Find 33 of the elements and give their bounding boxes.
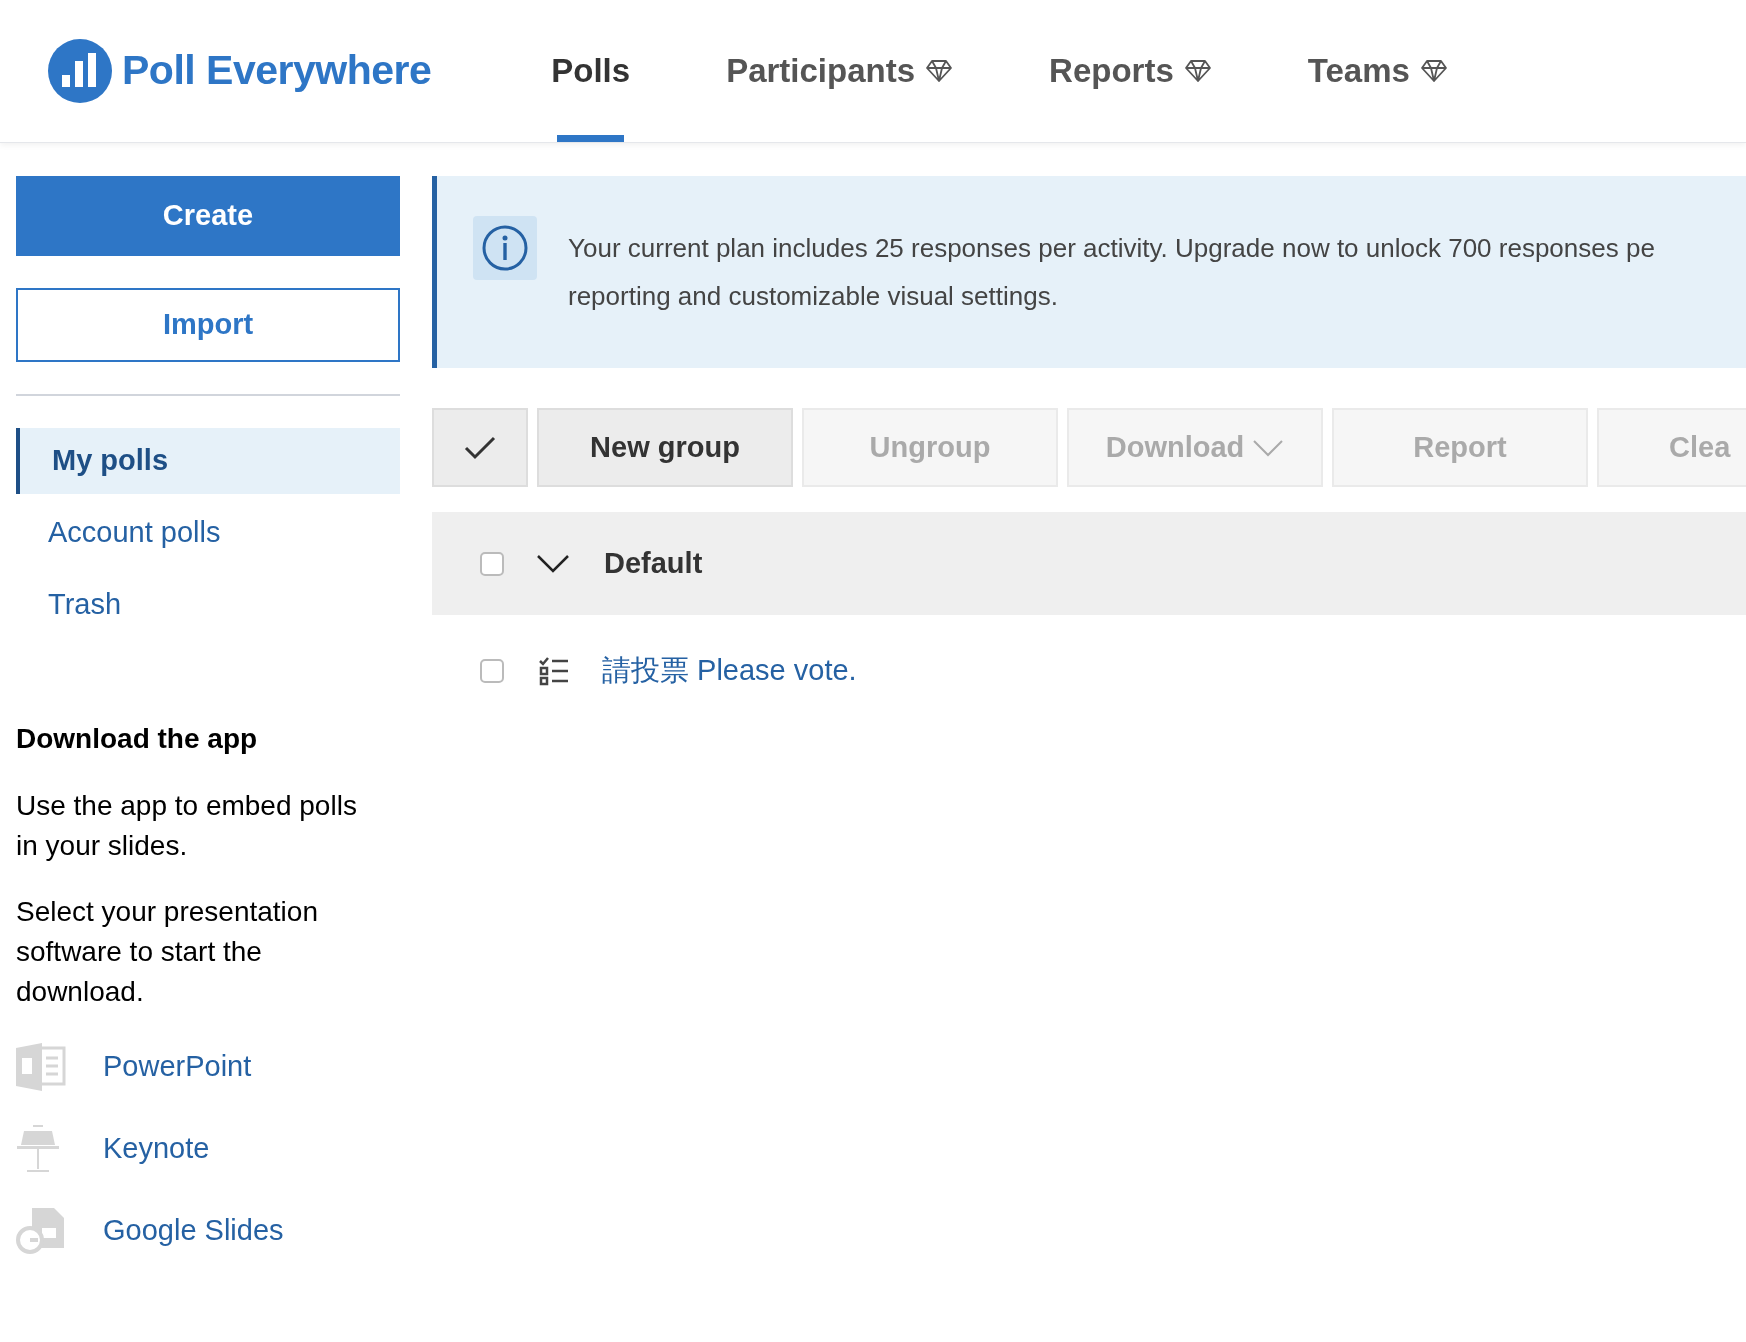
podium-icon — [16, 1124, 60, 1174]
group-name[interactable]: Default — [604, 541, 703, 586]
poll-link[interactable]: 請投票 Please vote. — [602, 649, 857, 693]
chevron-icon[interactable] — [536, 553, 570, 574]
banner-text: Your current plan includes 25 responses per activity. Upgrade now to unlock 700 responses pe — [568, 232, 1655, 265]
import-button[interactable]: Import — [16, 288, 400, 362]
sidebar-item[interactable]: My polls — [16, 428, 400, 494]
checkbox[interactable] — [480, 659, 504, 683]
checklist-icon — [538, 655, 570, 687]
presentation-file-icon — [16, 1042, 66, 1092]
logo-icon — [48, 39, 112, 103]
nav-tab[interactable]: Participants — [726, 46, 916, 96]
sidebar-item[interactable]: Account polls — [16, 500, 400, 566]
description-text: Use the app to embed polls in your slides. — [16, 789, 358, 863]
checkbox[interactable] — [480, 551, 504, 576]
section-heading: Download the app — [16, 722, 259, 756]
download-link[interactable]: Keynote — [103, 1127, 210, 1171]
download-link[interactable]: PowerPoint — [103, 1045, 252, 1089]
nav-tab[interactable]: Teams — [1307, 46, 1410, 96]
nav-tab[interactable]: Polls — [551, 46, 631, 96]
sidebar-item[interactable]: Trash — [16, 572, 400, 638]
toolbar-button[interactable]: New group — [537, 408, 793, 487]
banner-text: reporting and customizable visual settings. — [568, 280, 1059, 313]
nav-tab[interactable]: Reports — [1049, 46, 1174, 96]
download-link[interactable]: Google Slides — [103, 1209, 284, 1253]
slides-file-icon — [16, 1206, 66, 1256]
active-tab-indicator — [557, 135, 625, 142]
description-text: Select your presentation software to start the download. — [16, 895, 319, 1009]
select-all-button[interactable] — [432, 408, 528, 487]
create-button[interactable]: Create — [16, 176, 400, 256]
checkmark-icon — [464, 435, 496, 460]
info-icon — [473, 216, 537, 280]
logo-text: Poll Everywhere — [122, 46, 432, 96]
